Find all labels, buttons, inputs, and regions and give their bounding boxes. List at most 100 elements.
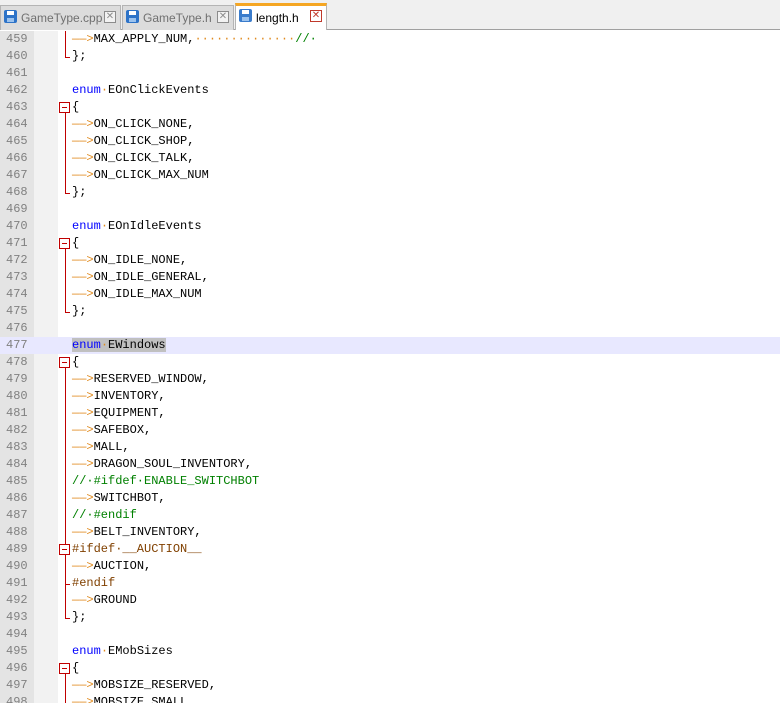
code-token: ON_CLICK_NONE,: [93, 117, 195, 131]
code-text: enum·EWindows: [72, 337, 166, 354]
code-text: ——>EQUIPMENT,: [72, 405, 166, 422]
code-token: ·: [100, 644, 109, 658]
line-number: 477: [6, 338, 28, 352]
tab-arrow-icon: ——>: [72, 168, 94, 182]
tab-arrow-icon: ——>: [72, 287, 94, 301]
close-icon[interactable]: ✕: [104, 11, 116, 23]
code-line[interactable]: 493};: [0, 609, 780, 626]
code-text: ——>GROUND: [72, 592, 137, 609]
tab-label: GameType.h: [143, 11, 212, 25]
tab-arrow-icon: ——>: [72, 695, 94, 703]
fold-end-marker: [65, 584, 70, 585]
code-line[interactable]: 487 //·#endif: [0, 507, 780, 524]
code-token: enum: [72, 338, 101, 352]
code-line[interactable]: 488 ——>BELT_INVENTORY,: [0, 524, 780, 541]
fold-line: [65, 674, 66, 703]
code-line[interactable]: 482 ——>SAFEBOX,: [0, 422, 780, 439]
code-line[interactable]: 460};: [0, 48, 780, 65]
line-number: 470: [6, 219, 28, 233]
code-token: enum: [72, 219, 101, 233]
code-line[interactable]: 491 #endif: [0, 575, 780, 592]
code-line[interactable]: 481 ——>EQUIPMENT,: [0, 405, 780, 422]
tab-arrow-icon: ——>: [72, 678, 94, 692]
code-line[interactable]: 474 ——>ON_IDLE_MAX_NUM: [0, 286, 780, 303]
code-line[interactable]: 496 {: [0, 660, 780, 677]
code-token: //·#endif: [72, 508, 137, 522]
code-line[interactable]: 477 enum·EWindows: [0, 337, 780, 354]
fold-line: [65, 249, 66, 312]
code-token: ON_IDLE_MAX_NUM: [93, 287, 202, 301]
code-line[interactable]: 466 ——>ON_CLICK_TALK,: [0, 150, 780, 167]
code-token: //·: [295, 32, 317, 46]
code-text: ——>SWITCHBOT,: [72, 490, 166, 507]
code-line[interactable]: 494: [0, 626, 780, 643]
code-line[interactable]: 485 //·#ifdef·ENABLE_SWITCHBOT: [0, 473, 780, 490]
close-icon[interactable]: ✕: [217, 11, 229, 23]
tab-arrow-icon: ——>: [72, 406, 94, 420]
code-token: };: [72, 49, 87, 63]
code-line[interactable]: 465 ——>ON_CLICK_SHOP,: [0, 133, 780, 150]
code-line[interactable]: 478 {: [0, 354, 780, 371]
code-line[interactable]: 490 ——>AUCTION,: [0, 558, 780, 575]
code-line[interactable]: 486 ——>SWITCHBOT,: [0, 490, 780, 507]
code-editor[interactable]: 459 ——>MAX_APPLY_NUM,··············//· 460…: [0, 31, 780, 703]
line-number: 479: [6, 372, 28, 386]
code-line[interactable]: 471 {: [0, 235, 780, 252]
fold-toggle-icon[interactable]: [59, 357, 70, 368]
line-number: 460: [6, 49, 28, 63]
line-number: 492: [6, 593, 28, 607]
code-line[interactable]: 468};: [0, 184, 780, 201]
fold-toggle-icon[interactable]: [59, 102, 70, 113]
code-line[interactable]: 461: [0, 65, 780, 82]
line-number: 497: [6, 678, 28, 692]
code-line[interactable]: 473 ——>ON_IDLE_GENERAL,: [0, 269, 780, 286]
code-text: enum·EMobSizes: [72, 643, 173, 660]
tab-gametype-h[interactable]: GameType.h ✕: [122, 5, 234, 30]
code-line[interactable]: 472 ——>ON_IDLE_NONE,: [0, 252, 780, 269]
code-line[interactable]: 498 ——>MOBSIZE_SMALL,: [0, 694, 780, 703]
fold-end-marker: [65, 312, 70, 313]
code-line[interactable]: 497 ——>MOBSIZE_RESERVED,: [0, 677, 780, 694]
code-text: ——>ON_CLICK_TALK,: [72, 150, 194, 167]
code-line[interactable]: 483 ——>MALL,: [0, 439, 780, 456]
tab-arrow-icon: ——>: [72, 32, 94, 46]
code-line[interactable]: 467 ——>ON_CLICK_MAX_NUM: [0, 167, 780, 184]
code-text: ——>ON_CLICK_SHOP,: [72, 133, 194, 150]
code-line[interactable]: 476: [0, 320, 780, 337]
code-line[interactable]: 464 ——>ON_CLICK_NONE,: [0, 116, 780, 133]
code-line[interactable]: 462 enum·EOnClickEvents: [0, 82, 780, 99]
code-line[interactable]: 484 ——>DRAGON_SOUL_INVENTORY,: [0, 456, 780, 473]
code-line[interactable]: 480 ——>INVENTORY,: [0, 388, 780, 405]
line-number: 461: [6, 66, 28, 80]
code-text: //·#ifdef·ENABLE_SWITCHBOT: [72, 473, 259, 490]
code-line[interactable]: 479 ——>RESERVED_WINDOW,: [0, 371, 780, 388]
code-line[interactable]: 495 enum·EMobSizes: [0, 643, 780, 660]
code-line[interactable]: 492 ——>GROUND: [0, 592, 780, 609]
code-text: ——>MALL,: [72, 439, 130, 456]
line-number: 488: [6, 525, 28, 539]
tab-arrow-icon: ——>: [72, 525, 94, 539]
code-line[interactable]: 475};: [0, 303, 780, 320]
code-token: GROUND: [93, 593, 137, 607]
tab-arrow-icon: ——>: [72, 372, 94, 386]
code-token: EOnClickEvents: [108, 83, 209, 97]
code-line[interactable]: 489 #ifdef·__AUCTION__: [0, 541, 780, 558]
code-line[interactable]: 463 {: [0, 99, 780, 116]
line-number: 464: [6, 117, 28, 131]
fold-toggle-icon[interactable]: [59, 544, 70, 555]
code-line[interactable]: 469: [0, 201, 780, 218]
fold-toggle-icon[interactable]: [59, 663, 70, 674]
tab-gametype-cpp[interactable]: GameType.cpp ✕: [0, 5, 121, 30]
code-token: EMobSizes: [108, 644, 173, 658]
close-icon[interactable]: ✕: [310, 10, 322, 22]
line-number: 465: [6, 134, 28, 148]
code-text: };: [72, 303, 86, 320]
line-number: 476: [6, 321, 28, 335]
tab-length-h[interactable]: length.h ✕: [235, 3, 327, 30]
code-line[interactable]: 470 enum·EOnIdleEvents: [0, 218, 780, 235]
code-line[interactable]: 459 ——>MAX_APPLY_NUM,··············//·: [0, 31, 780, 48]
code-token: SWITCHBOT,: [93, 491, 166, 505]
fold-toggle-icon[interactable]: [59, 238, 70, 249]
code-token: EOnIdleEvents: [108, 219, 202, 233]
code-token: {: [72, 355, 80, 369]
